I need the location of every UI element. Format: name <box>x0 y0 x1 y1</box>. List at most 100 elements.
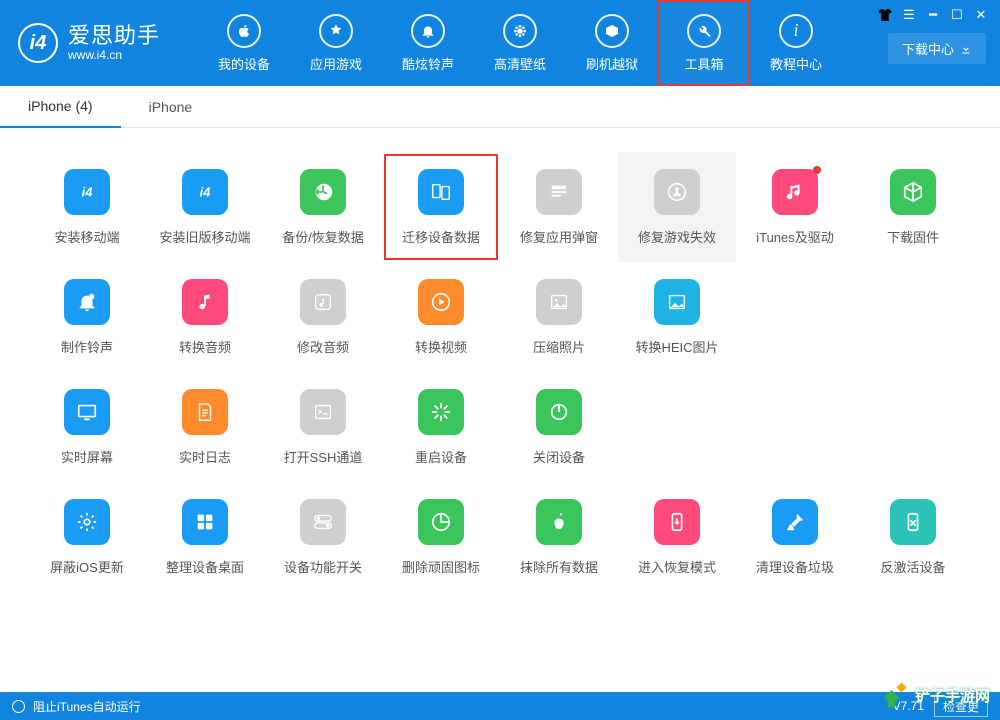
tool-label: 设备功能开关 <box>284 557 362 576</box>
phone-x-icon <box>890 499 936 545</box>
appstore-icon <box>654 169 700 215</box>
brand-logo: i4 爱思助手 www.i4.cn <box>18 23 198 63</box>
tool-appleid[interactable]: 修复应用弹窗 <box>500 152 618 262</box>
logo-circle-icon: i4 <box>18 23 58 63</box>
tool-heic[interactable]: 转换HEIC图片 <box>618 262 736 372</box>
tool-label: 转换HEIC图片 <box>635 337 718 356</box>
tool-appstore[interactable]: 修复游戏失效 <box>618 152 736 262</box>
bell-icon <box>64 279 110 325</box>
tool-label: 实时日志 <box>179 447 231 466</box>
minimize-icon[interactable]: ━ <box>924 6 942 24</box>
tool-bell[interactable]: 制作铃声 <box>28 262 146 372</box>
brand-name: 爱思助手 <box>68 24 160 48</box>
monitor-icon <box>64 389 110 435</box>
tool-label: 整理设备桌面 <box>166 557 244 576</box>
music-icon <box>772 169 818 215</box>
tool-label: 实时屏幕 <box>61 447 113 466</box>
nav-apps[interactable]: 应用游戏 <box>290 0 382 86</box>
tool-loading[interactable]: 重启设备 <box>382 372 500 482</box>
tool-grid[interactable]: 整理设备桌面 <box>146 482 264 592</box>
tool-phone-arrow[interactable]: 进入恢复模式 <box>618 482 736 592</box>
tool-broom[interactable]: 清理设备垃圾 <box>736 482 854 592</box>
tool-monitor[interactable]: 实时屏幕 <box>28 372 146 482</box>
tool-note-box[interactable]: 修改音频 <box>264 262 382 372</box>
i4-logo-icon: i4 <box>182 169 228 215</box>
tab-0[interactable]: iPhone (4) <box>0 86 121 128</box>
tool-terminal[interactable]: 打开SSH通道 <box>264 372 382 482</box>
status-bar: 阻止iTunes自动运行 V7.71 检查更 <box>0 692 1000 720</box>
shirt-icon[interactable] <box>876 6 894 24</box>
tool-i4-logo[interactable]: i4安装旧版移动端 <box>146 152 264 262</box>
tool-label: 删除顽固图标 <box>402 557 480 576</box>
tool-devices[interactable]: 迁移设备数据 <box>382 152 500 262</box>
brand-url: www.i4.cn <box>68 49 160 62</box>
tool-label: 迁移设备数据 <box>402 227 480 246</box>
nav-ring[interactable]: 酷炫铃声 <box>382 0 474 86</box>
tool-label: 抹除所有数据 <box>520 557 598 576</box>
svg-text:i4: i4 <box>200 184 211 199</box>
tool-play[interactable]: 转换视频 <box>382 262 500 372</box>
tool-label: 反激活设备 <box>880 557 945 576</box>
toolbox-icon <box>687 14 721 48</box>
nav-tutorial[interactable]: i 教程中心 <box>750 0 842 86</box>
tool-label: 进入恢复模式 <box>638 557 716 576</box>
tool-phone-x[interactable]: 反激活设备 <box>854 482 972 592</box>
nav-wall[interactable]: 高清壁纸 <box>474 0 566 86</box>
tool-label: 重启设备 <box>415 447 467 466</box>
svg-text:i4: i4 <box>82 184 93 199</box>
tool-label: 打开SSH通道 <box>284 447 363 466</box>
nav-label: 刷机越狱 <box>586 54 638 73</box>
apple-icon <box>536 499 582 545</box>
tool-i4-logo[interactable]: i4安装移动端 <box>28 152 146 262</box>
notification-badge <box>813 166 821 174</box>
terminal-icon <box>300 389 346 435</box>
nav-label: 教程中心 <box>770 54 822 73</box>
maximize-icon[interactable]: ☐ <box>948 6 966 24</box>
nav-label: 工具箱 <box>684 54 723 73</box>
loading-icon <box>418 389 464 435</box>
clock-back-icon <box>300 169 346 215</box>
grid-icon <box>182 499 228 545</box>
ring-icon <box>411 14 445 48</box>
block-itunes-toggle[interactable]: 阻止iTunes自动运行 <box>12 698 141 715</box>
tool-pie[interactable]: 删除顽固图标 <box>382 482 500 592</box>
tool-label: 关闭设备 <box>533 447 585 466</box>
tool-music[interactable]: iTunes及驱动 <box>736 152 854 262</box>
tool-label: 压缩照片 <box>533 337 585 356</box>
doc-icon <box>182 389 228 435</box>
tool-clock-back[interactable]: 备份/恢复数据 <box>264 152 382 262</box>
close-icon[interactable]: ✕ <box>972 6 990 24</box>
broom-icon <box>772 499 818 545</box>
nav-toolbox[interactable]: 工具箱 <box>658 0 750 86</box>
tool-power[interactable]: 关闭设备 <box>500 372 618 482</box>
check-update-button[interactable]: 检查更 <box>934 696 988 717</box>
tool-photo[interactable]: 压缩照片 <box>500 262 618 372</box>
tool-apple[interactable]: 抹除所有数据 <box>500 482 618 592</box>
menu-icon[interactable]: ☰ <box>900 6 918 24</box>
nav-label: 酷炫铃声 <box>402 54 454 73</box>
wall-icon <box>503 14 537 48</box>
tool-note[interactable]: 转换音频 <box>146 262 264 372</box>
pie-icon <box>418 499 464 545</box>
tool-label: 制作铃声 <box>61 337 113 356</box>
apps-icon <box>319 14 353 48</box>
nav-flash[interactable]: 刷机越狱 <box>566 0 658 86</box>
i4-logo-icon: i4 <box>64 169 110 215</box>
download-center-button[interactable]: 下载中心 <box>888 33 986 64</box>
tool-cube[interactable]: 下载固件 <box>854 152 972 262</box>
main-nav: 我的设备 应用游戏 酷炫铃声 高清壁纸刷机越狱 工具箱 i 教程中心 <box>198 0 842 86</box>
tool-label: 修改音频 <box>297 337 349 356</box>
nav-label: 我的设备 <box>218 54 270 73</box>
nav-label: 应用游戏 <box>310 54 362 73</box>
tool-label: 转换视频 <box>415 337 467 356</box>
tool-doc[interactable]: 实时日志 <box>146 372 264 482</box>
photo-icon <box>536 279 582 325</box>
tool-gear[interactable]: 屏蔽iOS更新 <box>28 482 146 592</box>
device-icon <box>227 14 261 48</box>
tool-toggles[interactable]: 设备功能开关 <box>264 482 382 592</box>
download-center-label: 下载中心 <box>902 39 954 58</box>
tutorial-icon: i <box>779 14 813 48</box>
tab-1[interactable]: iPhone <box>121 86 221 128</box>
nav-device[interactable]: 我的设备 <box>198 0 290 86</box>
power-icon <box>536 389 582 435</box>
